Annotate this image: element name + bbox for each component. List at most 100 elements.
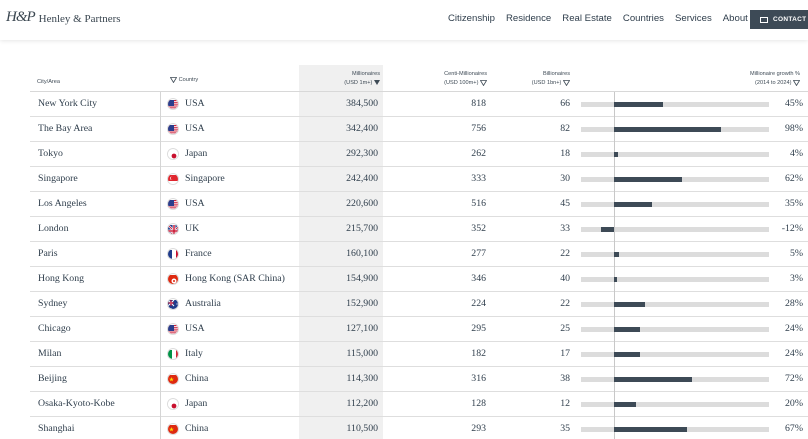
table-row[interactable]: Milan Italy 115,000 182 17 24% <box>30 342 808 367</box>
header-centi[interactable]: Centi-Millionaires (USD 100m+) <box>410 70 487 88</box>
table-row[interactable]: London UK 215,700 352 33 -12% <box>30 217 808 242</box>
header-millionaires-unit: (USD 1m+) <box>344 80 373 86</box>
column-divider <box>160 142 161 167</box>
growth-bar <box>614 102 664 107</box>
growth-bar <box>614 352 641 357</box>
header-billionaires[interactable]: Billionaires (USD 1bn+) <box>510 70 570 88</box>
growth-bar <box>614 377 693 382</box>
centi-millionaires-value: 346 <box>471 273 486 284</box>
table-row[interactable]: Osaka-Kyoto-Kobe Japan 112,200 128 12 20% <box>30 392 808 417</box>
growth-value: 62% <box>785 173 803 184</box>
city-name: Milan <box>38 348 62 359</box>
logo-name: Henley & Partners <box>38 12 121 25</box>
table-row[interactable]: Beijing China 114,300 316 38 72% <box>30 367 808 392</box>
growth-bar <box>614 302 645 307</box>
header-growth[interactable]: Millionaire growth % (2014 to 2024) <box>710 70 800 88</box>
column-divider <box>160 367 161 392</box>
millionaires-value: 384,500 <box>346 98 378 109</box>
centi-millionaires-value: 333 <box>471 173 486 184</box>
growth-bar <box>614 327 641 332</box>
nav-real-estate[interactable]: Real Estate <box>562 13 612 24</box>
growth-value: 24% <box>785 323 803 334</box>
nav-services[interactable]: Services <box>675 13 712 24</box>
growth-bar <box>614 427 688 432</box>
nav-about[interactable]: About <box>723 13 748 24</box>
centi-millionaires-value: 818 <box>471 98 486 109</box>
contact-button[interactable]: CONTACT <box>750 10 808 29</box>
country-name: Japan <box>185 148 208 159</box>
table-row[interactable]: Paris France 160,100 277 22 5% <box>30 242 808 267</box>
italy-flag-icon <box>167 348 179 360</box>
uk-flag-icon <box>167 223 179 235</box>
growth-bar <box>614 277 618 282</box>
column-divider <box>160 292 161 317</box>
japan-flag-icon <box>167 148 179 160</box>
table-row[interactable]: New York City USA 384,500 818 66 45% <box>30 92 808 117</box>
nav-citizenship[interactable]: Citizenship <box>448 13 495 24</box>
billionaires-value: 17 <box>560 348 570 359</box>
table-row[interactable]: Tokyo Japan 292,300 262 18 4% <box>30 142 808 167</box>
sort-outline-icon <box>480 79 487 86</box>
header-millionaires[interactable]: Millionaires (USD 1m+) <box>300 70 384 88</box>
city-name: Los Angeles <box>38 198 87 209</box>
us-flag-icon <box>167 198 179 210</box>
sort-outline-icon <box>170 76 177 83</box>
growth-bar-track <box>581 252 769 257</box>
growth-value: 72% <box>785 373 803 384</box>
table-row[interactable]: Hong Kong Hong Kong (SAR China) 154,900 346… <box>30 267 808 292</box>
centi-millionaires-value: 262 <box>471 148 486 159</box>
country-name: France <box>185 248 212 259</box>
growth-bar <box>614 152 619 157</box>
logo[interactable]: H&P Henley & Partners <box>6 9 121 26</box>
sort-outline-icon <box>563 79 570 86</box>
growth-bar-track <box>581 202 769 207</box>
growth-bar <box>614 402 636 407</box>
city-name: New York City <box>38 98 98 109</box>
table-row[interactable]: Shanghai China 110,500 293 35 67% <box>30 417 808 439</box>
country-name: China <box>185 373 209 384</box>
table-row[interactable]: The Bay Area USA 342,400 756 82 98% <box>30 117 808 142</box>
logo-mark: H&P <box>6 9 36 25</box>
us-flag-icon <box>167 123 179 135</box>
table-row[interactable]: Singapore Singapore 242,400 333 30 62% <box>30 167 808 192</box>
millionaires-value: 220,600 <box>346 198 378 209</box>
header-country-label: Country <box>178 77 199 83</box>
header-country[interactable]: Country <box>170 76 198 85</box>
millionaires-value: 242,400 <box>346 173 378 184</box>
growth-bar <box>614 177 682 182</box>
centi-millionaires-value: 128 <box>471 398 486 409</box>
header-city[interactable]: City/Area <box>37 78 60 87</box>
growth-value: 45% <box>785 98 803 109</box>
city-name: Tokyo <box>38 148 63 159</box>
column-divider <box>160 417 161 439</box>
table-header: City/Area Country Millionaires (USD 1m+)… <box>30 64 808 92</box>
centi-millionaires-value: 277 <box>471 248 486 259</box>
column-divider <box>160 117 161 142</box>
header-millionaires-label: Millionaires <box>352 71 380 77</box>
growth-bar <box>614 127 721 132</box>
table-row[interactable]: Sydney Australia 152,900 224 22 28% <box>30 292 808 317</box>
billionaires-value: 82 <box>560 123 570 134</box>
billionaires-value: 45 <box>560 198 570 209</box>
growth-value: 67% <box>785 423 803 434</box>
billionaires-value: 40 <box>560 273 570 284</box>
growth-value: 3% <box>789 273 803 284</box>
table-row[interactable]: Chicago USA 127,100 295 25 24% <box>30 317 808 342</box>
growth-bar <box>614 252 620 257</box>
nav-residence[interactable]: Residence <box>506 13 551 24</box>
billionaires-value: 66 <box>560 98 570 109</box>
nav-countries[interactable]: Countries <box>623 13 664 24</box>
japan-flag-icon <box>167 398 179 410</box>
billionaires-value: 33 <box>560 223 570 234</box>
country-name: USA <box>185 198 205 209</box>
millionaires-value: 114,300 <box>346 373 378 384</box>
city-name: Sydney <box>38 298 68 309</box>
centi-millionaires-value: 182 <box>471 348 486 359</box>
mail-icon <box>760 16 768 23</box>
table-row[interactable]: Los Angeles USA 220,600 516 45 35% <box>30 192 808 217</box>
billionaires-value: 12 <box>560 398 570 409</box>
growth-value: 35% <box>785 198 803 209</box>
growth-bar-track <box>581 352 769 357</box>
header-billionaires-label: Billionaires <box>542 71 570 77</box>
site-header: H&P Henley & Partners Citizenship Reside… <box>0 0 808 40</box>
